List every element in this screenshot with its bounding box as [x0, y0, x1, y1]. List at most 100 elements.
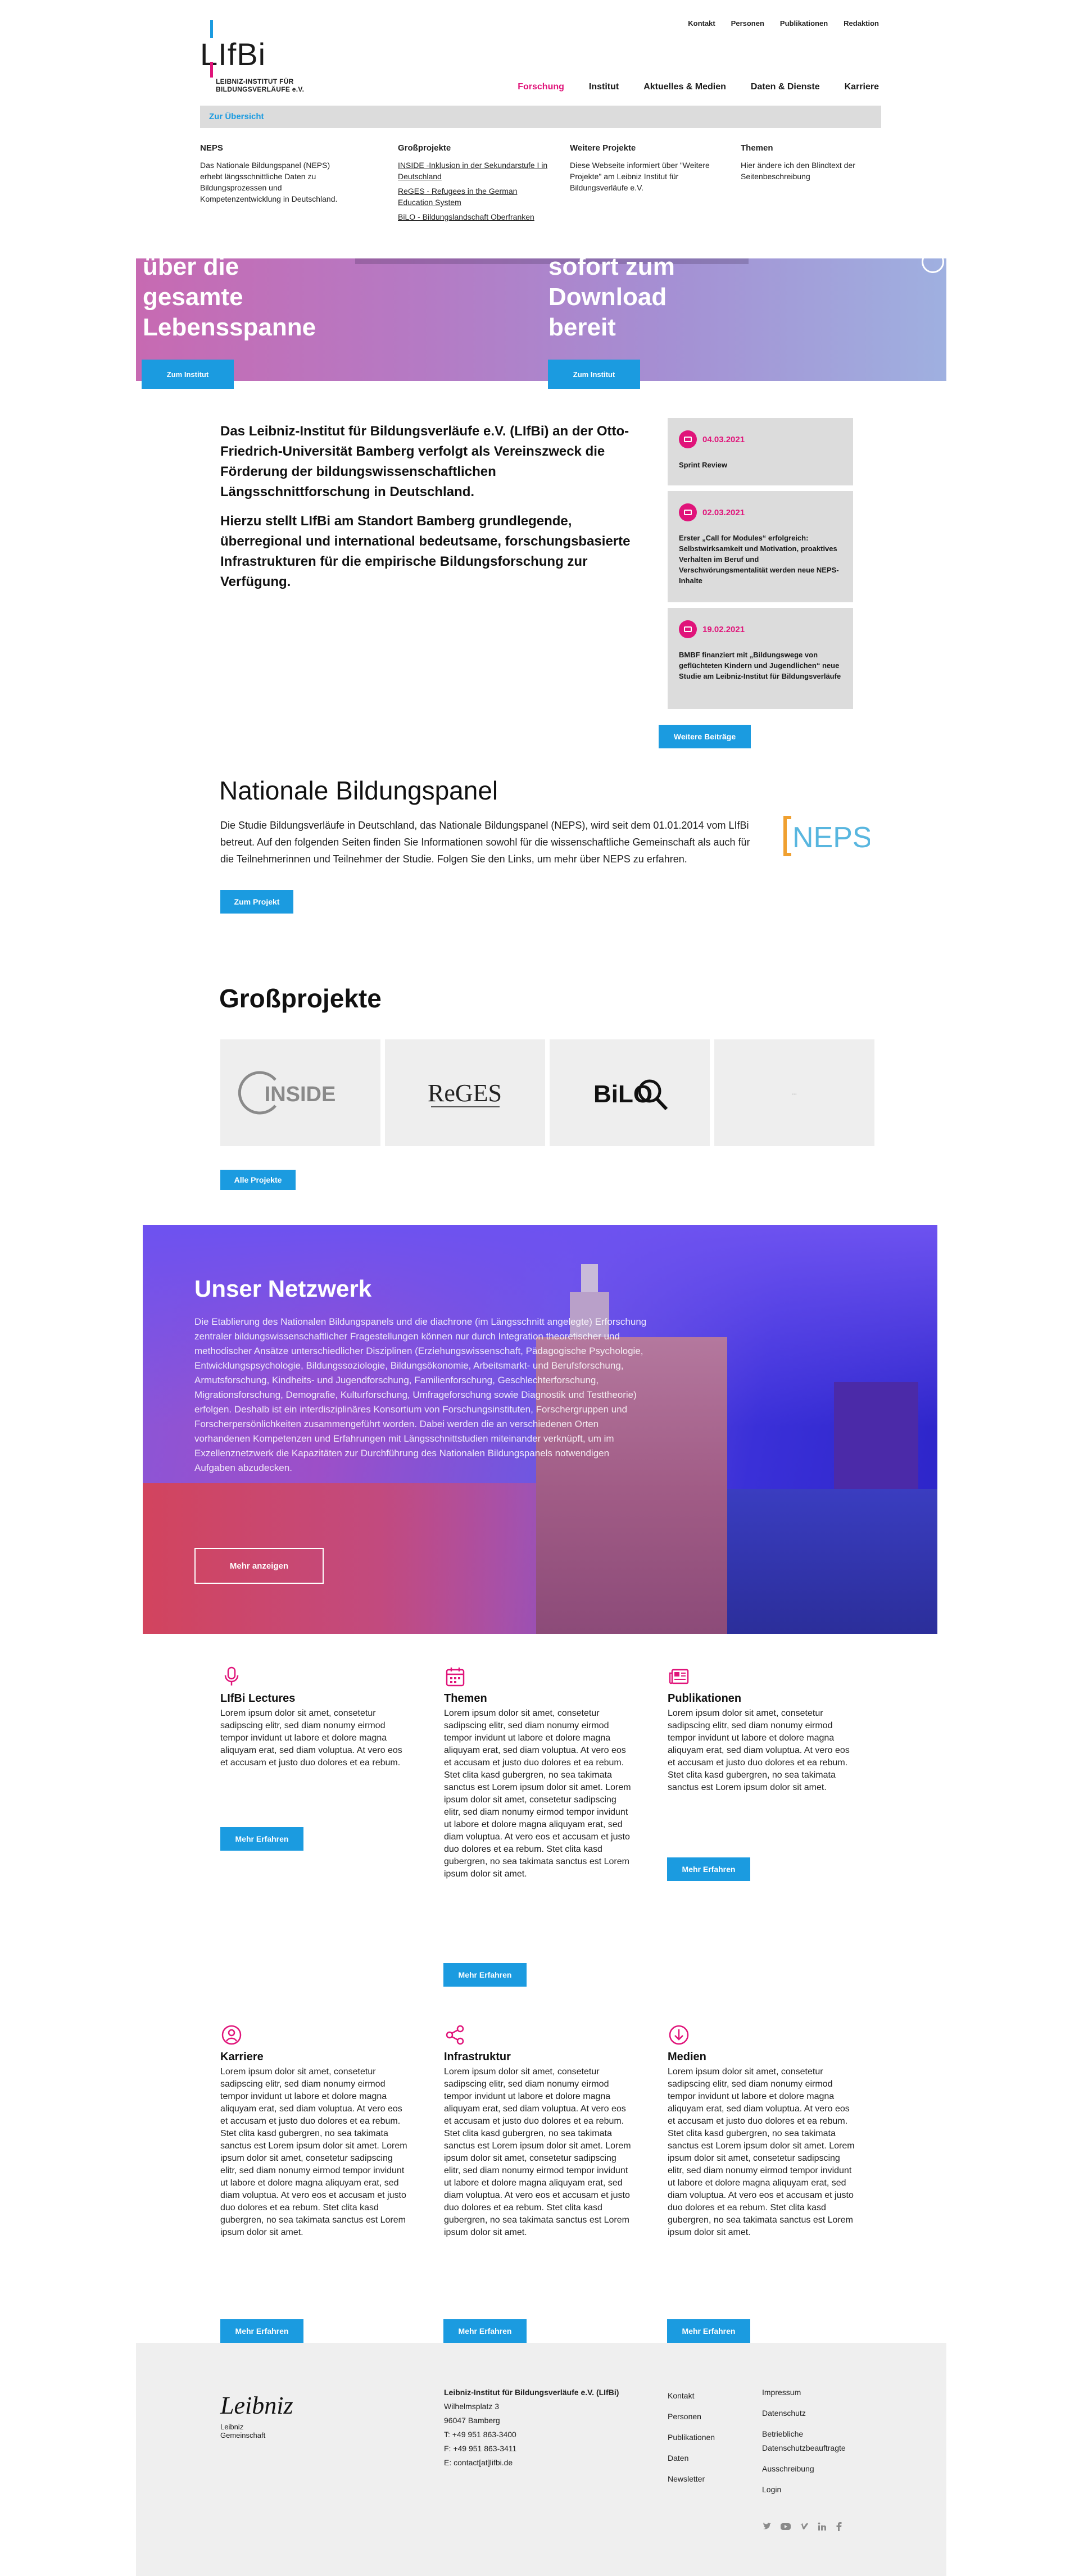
- mega-text-weitere: Diese Webseite informiert über "Weitere …: [570, 161, 710, 192]
- all-projects-button[interactable]: Alle Projekte: [220, 1170, 296, 1190]
- intro-paragraph-1: Das Leibniz-Institut für Bildungsverläuf…: [220, 424, 629, 499]
- footer-links-1: Kontakt Personen Publikationen Daten New…: [668, 2386, 715, 2489]
- microphone-icon: [224, 1666, 239, 1685]
- top-links: Kontakt Personen Publikationen Redaktion: [688, 19, 879, 28]
- feature-title: Themen: [444, 1692, 487, 1705]
- nav-forschung[interactable]: Forschung: [518, 82, 564, 92]
- news-card[interactable]: 02.03.2021 Erster „Call for Modules“ erf…: [668, 491, 853, 602]
- infrastruktur-more-button[interactable]: Mehr Erfahren: [443, 2319, 527, 2343]
- church-roof: [834, 1382, 918, 1489]
- medien-more-button[interactable]: Mehr Erfahren: [667, 2319, 750, 2343]
- project-tile-reges[interactable]: ReGES: [385, 1039, 545, 1146]
- footer-link-daten[interactable]: Daten: [668, 2448, 715, 2469]
- mega-text-themen: Hier ändere ich den Blindtext der Seiten…: [741, 161, 855, 181]
- project-tile-more[interactable]: ...: [714, 1039, 874, 1146]
- top-link-redaktion[interactable]: Redaktion: [844, 19, 879, 28]
- calendar-icon: [446, 1668, 465, 1687]
- top-link-publikationen[interactable]: Publikationen: [780, 19, 828, 28]
- top-link-personen[interactable]: Personen: [731, 19, 764, 28]
- vimeo-icon[interactable]: [799, 2522, 809, 2532]
- publikationen-more-button[interactable]: Mehr Erfahren: [667, 1857, 750, 1881]
- youtube-icon[interactable]: [780, 2522, 791, 2532]
- twitter-icon[interactable]: [762, 2522, 772, 2532]
- overview-link[interactable]: Zur Übersicht: [209, 112, 264, 121]
- linkedin-icon[interactable]: [817, 2522, 827, 2532]
- karriere-more-button[interactable]: Mehr Erfahren: [220, 2319, 303, 2343]
- news-title: Sprint Review: [679, 461, 727, 469]
- news-title: Erster „Call for Modules“ erfolgreich: S…: [679, 534, 839, 585]
- mega-col-weitere: Weitere Projekte Diese Webseite informie…: [570, 143, 722, 193]
- network-more-button[interactable]: Mehr anzeigen: [194, 1548, 324, 1584]
- feature-text: Lorem ipsum dolor sit amet, consetetur s…: [220, 2067, 407, 2237]
- lifbi-logo[interactable]: LIfBi LEIBNIZ-INSTITUT FÜR BILDUNGSVERLÄ…: [200, 20, 346, 94]
- feature-title: Medien: [668, 2051, 706, 2063]
- footer-link-newsletter[interactable]: Newsletter: [668, 2469, 715, 2489]
- themen-more-button[interactable]: Mehr Erfahren: [443, 1963, 527, 1987]
- feature-themen: Themen Lorem ipsum dolor sit amet, conse…: [444, 1665, 635, 1880]
- nav-karriere[interactable]: Karriere: [845, 82, 879, 92]
- mega-col-themen: Themen Hier ändere ich den Blindtext der…: [741, 143, 892, 182]
- feature-text: Lorem ipsum dolor sit amet, consetetur s…: [220, 1709, 402, 1768]
- mega-title-gross[interactable]: Großprojekte: [398, 143, 550, 154]
- news-card[interactable]: 04.03.2021 Sprint Review: [668, 418, 853, 485]
- person-icon: [221, 2025, 242, 2045]
- network-banner: Unser Netzwerk Die Etablierung des Natio…: [143, 1225, 937, 1634]
- footer-link-impressum[interactable]: Impressum: [762, 2386, 874, 2400]
- mega-text-neps: Das Nationale Bildungspanel (NEPS) erheb…: [200, 161, 338, 203]
- feature-text: Lorem ipsum dolor sit amet, consetetur s…: [668, 1709, 850, 1792]
- leibniz-logo[interactable]: Leibniz Leibniz Gemeinschaft: [220, 2392, 321, 2440]
- footer-link-kontakt[interactable]: Kontakt: [668, 2386, 715, 2406]
- mega-title-themen[interactable]: Themen: [741, 143, 892, 154]
- svg-text:INSIDE: INSIDE: [265, 1083, 336, 1106]
- leibniz-signature: Leibniz: [220, 2392, 293, 2419]
- mega-link-inside[interactable]: INSIDE -Inklusion in der Sekundarstufe I…: [398, 160, 550, 182]
- mega-col-neps: NEPS Das Nationale Bildungspanel (NEPS) …: [200, 143, 352, 205]
- footer-link-datenschutzbeauftragte[interactable]: Betriebliche Datenschutzbeauftragte: [762, 2427, 874, 2455]
- feature-karriere: Karriere Lorem ipsum dolor sit amet, con…: [220, 2024, 411, 2239]
- neps-logo[interactable]: NEPS: [780, 814, 872, 858]
- mega-title-neps[interactable]: NEPS: [200, 143, 352, 154]
- feature-medien: Medien Lorem ipsum dolor sit amet, conse…: [668, 2024, 859, 2239]
- news-icon: [679, 620, 697, 638]
- footer-link-login[interactable]: Login: [762, 2483, 874, 2497]
- news-icon: [679, 503, 697, 521]
- hero-right-button[interactable]: Zum Institut: [548, 360, 640, 389]
- feature-infrastruktur: Infrastruktur Lorem ipsum dolor sit amet…: [444, 2024, 635, 2239]
- slider-dot-icon[interactable]: [922, 258, 944, 273]
- neps-project-button[interactable]: Zum Projekt: [220, 890, 293, 914]
- intro-text: Das Leibniz-Institut für Bildungsverläuf…: [220, 421, 631, 601]
- neps-heading: Nationale Bildungspanel: [219, 776, 498, 805]
- feature-publikationen: Publikationen Lorem ipsum dolor sit amet…: [668, 1665, 859, 1794]
- footer-link-personen[interactable]: Personen: [668, 2406, 715, 2427]
- nav-daten-dienste[interactable]: Daten & Dienste: [751, 82, 820, 92]
- news-card[interactable]: 19.02.2021 BMBF finanziert mit „Bildungs…: [668, 608, 853, 709]
- gross-heading: Großprojekte: [219, 984, 382, 1013]
- nav-aktuelles-medien[interactable]: Aktuelles & Medien: [643, 82, 726, 92]
- hero-slide-left-text: über die gesamte Lebensspanne: [143, 258, 316, 341]
- footer-link-publikationen[interactable]: Publikationen: [668, 2427, 715, 2448]
- facebook-icon[interactable]: [835, 2522, 843, 2532]
- mega-link-reges[interactable]: ReGES - Refugees in the German Education…: [398, 185, 550, 208]
- project-tile-bilo[interactable]: BiLO: [550, 1039, 710, 1146]
- mega-title-weitere[interactable]: Weitere Projekte: [570, 143, 722, 154]
- nav-institut[interactable]: Institut: [589, 82, 619, 92]
- feature-text: Lorem ipsum dolor sit amet, consetetur s…: [444, 1709, 631, 1879]
- neps-text: Die Studie Bildungsverläufe in Deutschla…: [220, 820, 750, 865]
- project-tile-inside[interactable]: INSIDE: [220, 1039, 380, 1146]
- news-title: BMBF finanziert mit „Bildungswege von ge…: [679, 651, 841, 680]
- lectures-more-button[interactable]: Mehr Erfahren: [220, 1827, 303, 1851]
- feature-text: Lorem ipsum dolor sit amet, consetetur s…: [444, 2067, 631, 2237]
- news-date: 19.02.2021: [679, 620, 842, 638]
- top-link-kontakt[interactable]: Kontakt: [688, 19, 715, 28]
- trees: [727, 1489, 937, 1634]
- news-date: 02.03.2021: [679, 503, 842, 521]
- news-icon: [679, 430, 697, 448]
- footer-link-datenschutz[interactable]: Datenschutz: [762, 2406, 874, 2420]
- mega-link-bilo[interactable]: BiLO - Bildungslandschaft Oberfranken: [398, 211, 550, 222]
- more-posts-button[interactable]: Weitere Beiträge: [659, 725, 751, 748]
- svg-text:NEPS: NEPS: [792, 821, 870, 854]
- footer-link-ausschreibung[interactable]: Ausschreibung: [762, 2462, 874, 2476]
- hero-left-button[interactable]: Zum Institut: [142, 360, 234, 389]
- feature-title: Karriere: [220, 2051, 264, 2063]
- intro-paragraph-2: Hierzu stellt LIfBi am Standort Bamberg …: [220, 514, 631, 589]
